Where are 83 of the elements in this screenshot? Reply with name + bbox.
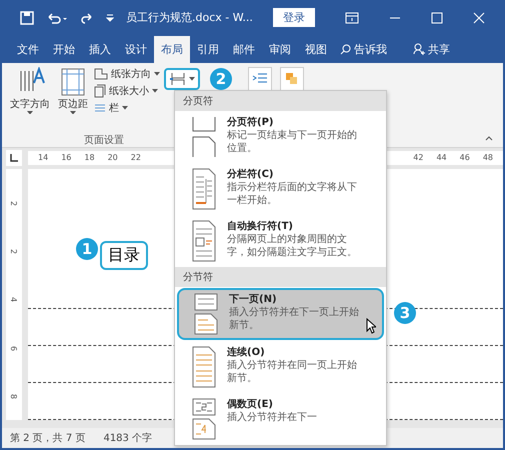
ruler-number: 2 — [10, 249, 18, 254]
caret-icon — [70, 110, 76, 114]
window-title: 员工行为规范.docx - W... — [126, 10, 253, 26]
ruler-number: 18 — [84, 153, 95, 162]
item-description: 标记一页结束与下一页开始的位置。 — [227, 130, 358, 155]
ruler-number: 8 — [10, 394, 18, 399]
ruler-number: 22 — [130, 153, 141, 162]
page-count: 第 2 页，共 7 页 — [10, 432, 86, 446]
ribbon-tab[interactable]: 插入 — [82, 36, 118, 63]
ruler-number: 44 — [436, 153, 447, 162]
ruler-number: 16 — [61, 153, 72, 162]
item-title: 连续(O) — [227, 346, 266, 359]
columns-button[interactable]: 栏 — [94, 100, 160, 115]
item-description: 插入分节符并在下一 — [227, 412, 318, 424]
ribbon-tab[interactable]: 审阅 — [262, 36, 298, 63]
item-description: 插入分节符并在同一页上开始新节。 — [227, 360, 358, 385]
ruler-number: 48 — [482, 153, 493, 162]
ribbon-tab[interactable]: 设计 — [118, 36, 154, 63]
caret-icon — [122, 106, 128, 110]
undo-icon[interactable] — [46, 10, 68, 25]
share-button[interactable]: 共享 — [407, 36, 456, 63]
paper-size-icon — [94, 84, 106, 98]
ribbon-tab[interactable]: 视图 — [298, 36, 334, 63]
word-count: 4183 个字 — [103, 432, 152, 446]
breaks-icon — [169, 72, 187, 86]
indent-button[interactable] — [248, 66, 272, 91]
person-icon — [413, 43, 425, 56]
menu-item[interactable]: 自动换行符(T) 分隔网页上的对象周围的文字，如分隔题注文字与正文。 — [175, 215, 386, 267]
ruler-number: 42 — [413, 153, 424, 162]
margins-icon — [60, 66, 86, 97]
mouse-cursor-icon — [366, 318, 376, 334]
item-description: 指示分栏符后面的文字将从下一栏开始。 — [227, 182, 358, 207]
menu-section-header: 分节符 — [175, 267, 386, 287]
ruler-number: 4 — [10, 297, 18, 302]
search-icon — [340, 44, 351, 55]
caret-icon — [189, 76, 195, 81]
ruler-number: 6 — [10, 346, 18, 351]
left-tab-icon — [10, 154, 18, 162]
menu-item[interactable]: 分栏符(C) 指示分栏符后面的文字将从下一栏开始。 — [175, 163, 386, 215]
maximize-icon[interactable] — [430, 12, 443, 24]
ribbon-tab[interactable]: 文件 — [10, 36, 46, 63]
ribbon-tab[interactable]: 布局 — [154, 36, 190, 63]
menu-item[interactable]: 偶数页(E) 插入分节符并在下一 — [175, 393, 386, 445]
size-button[interactable]: 纸张大小 — [94, 84, 160, 98]
tab-selector[interactable] — [6, 150, 22, 166]
ruler-number: 20 — [108, 153, 118, 162]
menu-item[interactable]: 连续(O) 插入分节符并在同一页上开始新节。 — [175, 341, 386, 393]
item-title: 分栏符(C) — [227, 168, 274, 181]
columns-icon — [94, 102, 106, 113]
margins-button[interactable]: 页边距 — [56, 66, 90, 129]
item-title: 分页符(P) — [227, 116, 274, 129]
collapse-caret-icon[interactable] — [485, 134, 493, 141]
close-icon[interactable] — [472, 12, 485, 24]
redo-icon[interactable] — [80, 10, 94, 25]
item-description: 分隔网页上的对象周围的文字，如分隔题注文字与正文。 — [227, 234, 358, 259]
login-button[interactable]: 登录 — [272, 8, 315, 28]
ribbon-display-icon[interactable] — [344, 12, 359, 24]
menu-item[interactable]: 分页符(P) 标记一页结束与下一页开始的位置。 — [175, 111, 386, 163]
group-label: 页面设置 — [84, 134, 124, 147]
ribbon-tab[interactable]: 开始 — [46, 36, 82, 63]
ruler-number: 14 — [38, 153, 48, 162]
save-icon[interactable] — [20, 10, 34, 25]
item-title: 偶数页(E) — [227, 398, 274, 411]
tell-me-button[interactable]: 告诉我 — [334, 36, 393, 63]
breaks-button[interactable] — [164, 68, 200, 90]
menu-item[interactable]: 下一页(N) 插入分节符并在下一页上开始新节。 — [177, 288, 384, 340]
ruler-number: 2 — [10, 200, 18, 206]
orientation-button[interactable]: 纸张方向 — [94, 66, 160, 81]
customize-caret-icon[interactable] — [106, 12, 114, 23]
ribbon-tab[interactable]: 邮件 — [226, 36, 262, 63]
menu-section-header: 分页符 — [175, 91, 386, 111]
caret-icon — [154, 72, 160, 76]
item-title: 自动换行符(T) — [227, 220, 294, 233]
item-title: 下一页(N) — [229, 293, 278, 306]
document-heading: 目录 — [100, 241, 148, 270]
caret-icon — [27, 110, 33, 114]
ribbon-tab[interactable]: 引用 — [190, 36, 226, 63]
arrange-icon — [284, 70, 300, 87]
item-description: 插入分节符并在下一页上开始新节。 — [229, 307, 360, 332]
orientation-icon — [94, 68, 108, 80]
caret-icon — [152, 88, 158, 93]
ruler-number: 46 — [460, 153, 470, 162]
text-direction-button[interactable]: 文字方向 — [8, 66, 52, 129]
